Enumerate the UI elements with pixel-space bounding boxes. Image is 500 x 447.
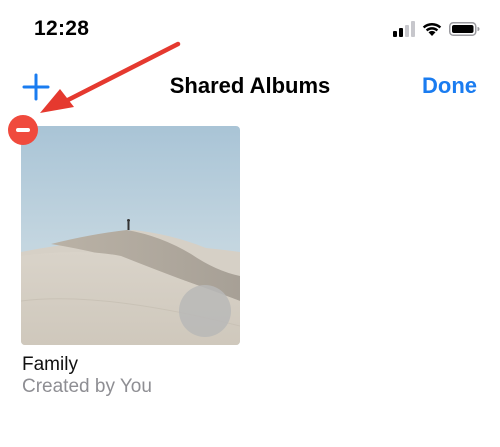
status-time: 12:28	[34, 17, 90, 40]
album-cover-image[interactable]	[21, 126, 240, 345]
battery-icon	[449, 22, 480, 36]
status-bar: 12:28	[0, 0, 500, 60]
cellular-signal-icon	[393, 21, 415, 37]
minus-circle-icon	[16, 128, 30, 132]
album-subtitle: Created by You	[22, 376, 152, 397]
wifi-icon	[422, 22, 442, 36]
delete-album-button[interactable]	[8, 115, 38, 145]
navigation-bar: Shared Albums Done	[0, 60, 500, 114]
desert-dune-photo	[21, 126, 240, 345]
done-button[interactable]: Done	[422, 73, 477, 99]
album-title: Family	[22, 354, 78, 375]
